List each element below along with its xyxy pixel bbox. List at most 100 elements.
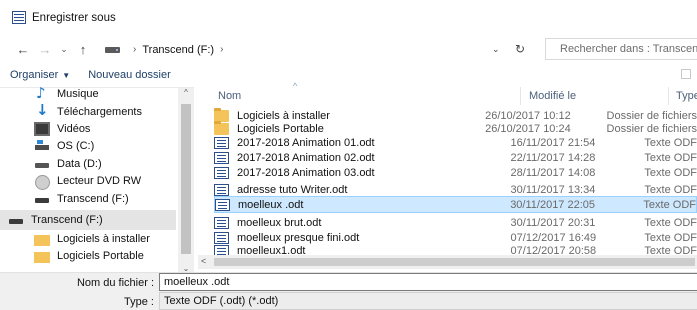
- sidebar-item-os-c[interactable]: OS (C:): [0, 136, 178, 156]
- file-name: Logiciels Portable: [237, 123, 324, 135]
- file-date: 30/11/2017 13:34: [510, 184, 596, 196]
- document-icon: [214, 217, 229, 229]
- save-dialog-icon: [12, 11, 26, 24]
- file-type: Texte ODF: [644, 217, 697, 229]
- file-row[interactable]: 2017-2018 Animation 02.odt 22/11/2017 14…: [214, 152, 697, 164]
- refresh-icon[interactable]: ↻: [509, 39, 531, 60]
- filename-field[interactable]: moelleux .odt: [159, 273, 697, 291]
- recent-locations-chevron-icon[interactable]: ⌄: [56, 44, 72, 55]
- file-name: moelleux brut.odt: [237, 217, 322, 229]
- sidebar-item-label: Logiciels à installer: [57, 233, 150, 245]
- file-date: 07/12/2017 16:49: [510, 232, 597, 244]
- forward-arrow-icon[interactable]: →: [34, 42, 56, 57]
- file-date: 22/11/2017 14:28: [510, 152, 596, 164]
- sidebar-item-music[interactable]: Musique: [0, 84, 178, 104]
- document-icon: [214, 167, 229, 179]
- file-row-selected[interactable]: moelleux .odt 30/11/2017 22:05 Texte ODF: [214, 196, 697, 213]
- usb-drive-icon: [8, 213, 24, 227]
- file-row[interactable]: adresse tuto Writer.odt 30/11/2017 13:34…: [214, 184, 697, 196]
- up-arrow-icon[interactable]: ↑: [72, 42, 94, 57]
- file-row[interactable]: 2017-2018 Animation 03.odt 28/11/2017 14…: [214, 167, 697, 179]
- scroll-left-icon[interactable]: <: [201, 256, 206, 266]
- sidebar-item-label: Téléchargements: [57, 106, 142, 118]
- scroll-up-icon[interactable]: ^: [178, 88, 194, 97]
- back-arrow-icon[interactable]: ←: [12, 42, 34, 57]
- file-row[interactable]: 2017-2018 Animation 01.odt 16/11/2017 21…: [214, 137, 697, 149]
- organize-button[interactable]: Organiser ▼: [10, 69, 70, 81]
- save-form: Nom du fichier : moelleux .odt Type : Te…: [0, 272, 697, 310]
- file-type: Texte ODF: [644, 167, 697, 179]
- column-header-name[interactable]: Nom: [218, 90, 241, 102]
- column-header-type[interactable]: Type: [676, 90, 697, 102]
- address-bar: ← → ⌄ ↑ › Transcend (F:) › ⌄ ↻ Recherche…: [0, 35, 697, 63]
- sidebar-item-label: Transcend (F:): [31, 214, 103, 226]
- document-icon: [214, 152, 229, 164]
- sidebar-item-label: OS (C:): [57, 140, 95, 152]
- file-type: Texte ODF: [644, 232, 697, 244]
- folder-icon: [34, 234, 50, 246]
- navigation-pane: Musique Téléchargements Vidéos OS (C:) D…: [0, 84, 194, 273]
- file-name: 2017-2018 Animation 02.odt: [237, 152, 375, 164]
- sidebar-scrollbar[interactable]: ^ ⌄: [178, 88, 194, 273]
- sidebar-item-transcend-f-selected[interactable]: Transcend (F:): [0, 210, 176, 230]
- video-icon: [34, 122, 50, 136]
- view-options-icon[interactable]: [681, 69, 691, 79]
- column-divider[interactable]: [520, 87, 521, 105]
- folder-icon: [34, 251, 50, 263]
- file-row[interactable]: moelleux presque fini.odt 07/12/2017 16:…: [214, 232, 697, 244]
- file-row[interactable]: Logiciels Portable 26/10/2017 10:24 Doss…: [214, 121, 697, 135]
- file-type: Texte ODF: [644, 184, 697, 196]
- document-icon: [214, 137, 229, 149]
- file-type-label: Type :: [124, 296, 154, 308]
- breadcrumb-item-transcend[interactable]: Transcend (F:): [142, 44, 214, 56]
- scrollbar-thumb[interactable]: [214, 258, 695, 266]
- sidebar-item-label: Transcend (F:): [57, 193, 129, 205]
- file-row[interactable]: Logiciels à installer 26/10/2017 10:12 D…: [214, 108, 697, 122]
- breadcrumb-separator-icon[interactable]: ›: [220, 44, 223, 55]
- sidebar-item-label: Data (D:): [57, 158, 102, 170]
- file-type: Texte ODF: [643, 198, 696, 211]
- column-header-date[interactable]: Modifié le: [529, 90, 576, 102]
- file-type: Dossier de fichiers: [606, 123, 697, 135]
- filename-label: Nom du fichier :: [76, 277, 154, 289]
- file-name: adresse tuto Writer.odt: [237, 184, 348, 196]
- file-date: 26/10/2017 10:12: [485, 110, 571, 122]
- path-dropdown-chevron-icon[interactable]: ⌄: [492, 44, 500, 55]
- breadcrumb-separator-icon[interactable]: ›: [133, 44, 136, 55]
- file-row[interactable]: moelleux brut.odt 30/11/2017 20:31 Texte…: [214, 217, 697, 229]
- sidebar-item-label: Logiciels Portable: [57, 250, 144, 262]
- file-type: Dossier de fichiers: [606, 110, 697, 122]
- search-input[interactable]: Rechercher dans : Transcend (F:): [545, 38, 697, 60]
- file-name: 2017-2018 Animation 03.odt: [237, 167, 375, 179]
- music-icon: [34, 84, 50, 102]
- file-type-select[interactable]: Texte ODF (.odt) (*.odt): [159, 292, 697, 310]
- document-icon: [214, 184, 229, 196]
- usb-drive-icon: [34, 192, 50, 206]
- file-date: 30/11/2017 20:31: [510, 217, 596, 229]
- file-date: 26/10/2017 10:24: [485, 123, 571, 135]
- sidebar-item-transcend-f[interactable]: Transcend (F:): [0, 189, 178, 209]
- file-type: Texte ODF: [644, 152, 697, 164]
- column-divider[interactable]: [668, 87, 669, 105]
- caret-down-icon: ▼: [62, 71, 71, 80]
- breadcrumb[interactable]: › Transcend (F:) ›: [104, 39, 518, 60]
- document-icon: [215, 198, 230, 211]
- organize-label: Organiser: [10, 69, 59, 81]
- sort-indicator-icon: ^: [293, 81, 298, 91]
- sidebar-item-logiciels-portable[interactable]: Logiciels Portable: [0, 246, 178, 266]
- new-folder-button[interactable]: Nouveau dossier: [88, 69, 171, 81]
- dvd-icon: [34, 174, 50, 190]
- title-bar: Enregistrer sous: [0, 0, 697, 35]
- folder-icon: [214, 121, 229, 135]
- file-date: 30/11/2017 22:05: [510, 198, 596, 211]
- file-list: ^ Nom Modifié le Type Logiciels à instal…: [198, 81, 697, 272]
- horizontal-scrollbar[interactable]: <: [198, 255, 697, 269]
- document-icon: [214, 232, 229, 244]
- scrollbar-thumb[interactable]: [181, 104, 191, 254]
- sidebar-item-dvd[interactable]: Lecteur DVD RW: [0, 171, 178, 191]
- file-name: 2017-2018 Animation 01.odt: [237, 137, 375, 149]
- file-name: moelleux .odt: [238, 198, 304, 211]
- file-type: Texte ODF: [644, 137, 697, 149]
- sidebar-item-label: Vidéos: [57, 123, 91, 135]
- file-date: 28/11/2017 14:08: [510, 167, 596, 179]
